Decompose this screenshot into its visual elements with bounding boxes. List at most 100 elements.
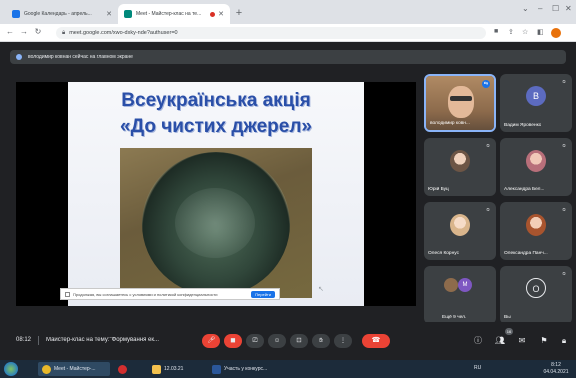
slide-title: Всеукраїнська акція (121, 90, 311, 111)
participant-name: Юрій Буц (428, 187, 449, 192)
pin-icon[interactable]: ⇆ (482, 80, 490, 88)
mic-off-icon: ⦸ (562, 143, 566, 149)
taskbar-item-opera[interactable] (114, 362, 134, 376)
activities-icon[interactable]: ⚑ (538, 335, 550, 347)
system-clock[interactable]: 8:12 04.04.2021 (540, 362, 572, 376)
taskbar-label: 12.03.21 (164, 366, 184, 372)
mouse-cursor-icon: ↖ (318, 286, 324, 293)
avatar (526, 150, 546, 172)
close-icon[interactable]: ✕ (106, 10, 112, 18)
mic-off-icon: ⦸ (486, 207, 490, 213)
mic-off-icon: ⦸ (486, 143, 490, 149)
consent-bar: Продолжая, вы соглашаетесь с условиями и… (60, 288, 280, 300)
profile-avatar[interactable] (551, 28, 561, 38)
people-icon[interactable]: 👥︎ (494, 335, 506, 347)
more-options-button[interactable]: ⋮ (334, 334, 352, 348)
raise-hand-button[interactable]: ✋︎ (312, 334, 330, 348)
participant-name: Олеся Корнус (428, 251, 459, 256)
tab-title: Meet - Майстер-клас на те... (136, 11, 202, 17)
captions-button[interactable]: ⎚ (246, 334, 264, 348)
mic-off-icon: ⦸ (562, 207, 566, 213)
avatar (444, 278, 458, 292)
url-field[interactable]: 🔒︎ meet.google.com/xwo-dxky-nde?authuser… (56, 27, 486, 39)
start-button[interactable] (4, 362, 18, 376)
star-icon[interactable]: ☆ (522, 28, 528, 36)
meeting-clock: 08:12 (16, 337, 32, 343)
camera-toggle-button[interactable]: ◼ (224, 334, 242, 348)
maximize-icon[interactable]: ☐ (552, 4, 559, 13)
share-icon[interactable]: ⇪ (508, 28, 514, 36)
slide-subtitle: «До чистих джерел» (120, 116, 312, 137)
meet-window: володимир ковнан сейчас на главном экран… (0, 42, 576, 360)
avatar (526, 214, 546, 236)
url-text: meet.google.com/xwo-dxky-nde?authuser=0 (69, 30, 178, 36)
close-icon[interactable]: ✕ (218, 10, 224, 18)
participant-name: Ещё 9 чел. (442, 315, 467, 320)
presenter-banner: володимир ковнан сейчас на главном экран… (10, 50, 566, 64)
avatar (450, 150, 470, 172)
avatar: М (458, 278, 472, 292)
present-button[interactable]: ⊡ (290, 334, 308, 348)
present-icon (16, 54, 22, 60)
extensions-icon[interactable]: ◧ (537, 28, 544, 36)
tab-title: Google Календарь - апрель... (24, 11, 92, 17)
opera-icon (118, 364, 127, 374)
participant-name: володимир ковн... (430, 121, 470, 126)
google-calendar-icon (12, 10, 20, 18)
forward-icon[interactable]: → (18, 27, 30, 36)
mic-off-icon: ⦸ (562, 271, 566, 277)
meeting-title: Майстер-клас на тему:"Формування ек... (46, 337, 160, 343)
mic-off-icon: ⦸ (562, 79, 566, 85)
minimize-icon[interactable]: – (538, 4, 542, 13)
participant-tile-self-video[interactable]: ⇆ володимир ковн... (424, 74, 496, 132)
consent-button[interactable]: Перейти (251, 290, 275, 298)
chevron-down-icon[interactable]: ⌄ (522, 4, 529, 13)
new-tab-button[interactable]: + (232, 6, 246, 20)
camera-icon[interactable]: ■ (494, 28, 498, 35)
participant-tile[interactable]: ⦸ Олеся Корнус (424, 202, 496, 260)
consent-text: Продолжая, вы соглашаетесь с условиями и… (73, 291, 218, 297)
language-indicator[interactable]: RU (474, 365, 481, 371)
participant-count-badge: 16 (505, 328, 513, 335)
avatar: В (526, 86, 546, 106)
tab-google-calendar[interactable]: Google Календарь - апрель... ✕ (6, 4, 118, 24)
taskbar-item-folder[interactable]: 12.03.21 (148, 362, 194, 376)
bottom-control-bar: 08:12 Майстер-клас на тему:"Формування е… (0, 322, 576, 360)
avatar: О (526, 278, 546, 298)
participant-tile[interactable]: ⦸ В Вадим Яровенко (500, 74, 572, 132)
folder-icon (152, 364, 161, 374)
taskbar-label: Участь у конкурс... (224, 366, 268, 372)
reload-icon[interactable]: ↻ (32, 27, 44, 36)
screen: Google Календарь - апрель... ✕ Meet - Ма… (0, 0, 576, 378)
taskbar-item-word[interactable]: Участь у конкурс... (208, 362, 278, 376)
close-window-icon[interactable]: ✕ (565, 4, 572, 13)
participant-tile-self[interactable]: ⦸ О Вы (500, 266, 572, 324)
water-reflection (175, 188, 255, 258)
taskbar-label: Meet - Майстер-... (54, 366, 96, 372)
checkbox[interactable] (65, 291, 70, 297)
participant-name: Олександра Панч... (504, 251, 548, 256)
divider (38, 336, 39, 345)
participant-tile-more[interactable]: М Ещё 9 чел. (424, 266, 496, 324)
lock-icon[interactable]: 🔒︎ (558, 335, 570, 347)
mic-toggle-button[interactable]: 🎤︎ (202, 334, 220, 348)
taskbar-item-chrome[interactable]: Meet - Майстер-... (38, 362, 110, 376)
participant-tile[interactable]: ⦸ Олександра Панч... (500, 202, 572, 260)
presentation-slide: Всеукраїнська акція «До чистих джерел» (68, 82, 364, 306)
participant-tile[interactable]: ⦸ Юрій Буц (424, 138, 496, 196)
info-icon[interactable]: ⓘ (472, 335, 484, 347)
well-photo (120, 148, 312, 298)
end-call-button[interactable]: ☎︎ (362, 334, 390, 348)
banner-text: володимир ковнан сейчас на главном экран… (28, 54, 133, 60)
presentation-stage[interactable]: Всеукраїнська акція «До чистих джерел» (16, 82, 416, 306)
participant-tile[interactable]: ⦸ Александра Бел... (500, 138, 572, 196)
os-taskbar: Meet - Майстер-... 12.03.21 Участь у кон… (0, 360, 576, 378)
back-icon[interactable]: ← (4, 27, 16, 36)
browser-tab-strip: Google Календарь - апрель... ✕ Meet - Ма… (0, 0, 576, 24)
participant-name: Вы (504, 315, 511, 320)
google-meet-icon (124, 10, 132, 18)
participant-name: Вадим Яровенко (504, 123, 542, 128)
tab-google-meet[interactable]: Meet - Майстер-клас на те... ✕ (118, 4, 230, 24)
chat-icon[interactable]: ✉ (516, 335, 528, 347)
emoji-button[interactable]: ☺ (268, 334, 286, 348)
